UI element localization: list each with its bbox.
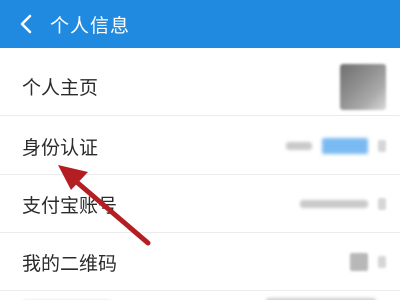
- back-button[interactable]: [4, 0, 48, 48]
- list-item-label: 我的二维码: [22, 252, 118, 275]
- screen: 个人信息 个人主页 身份认证 支付宝账号 我的二维码: [0, 0, 400, 300]
- chevron-right-icon: [378, 256, 386, 268]
- list-item-homepage[interactable]: 个人主页: [0, 58, 400, 116]
- avatar: [340, 63, 386, 110]
- list-item-identity-verification[interactable]: 身份认证: [0, 118, 400, 175]
- list-item-alipay-account[interactable]: 支付宝账号: [0, 176, 400, 233]
- list-item-my-qr-code[interactable]: 我的二维码: [0, 234, 400, 291]
- top-bar: 个人信息: [0, 0, 400, 48]
- list-item-label: 身份认证: [22, 136, 99, 159]
- chevron-right-icon: [378, 198, 386, 210]
- qr-code-icon: [350, 253, 368, 271]
- chevron-left-icon: [20, 14, 32, 34]
- blurred-account-text: [300, 200, 368, 208]
- list-item-label: 支付宝账号: [22, 194, 118, 217]
- blurred-status-text: [286, 142, 312, 150]
- page-title: 个人信息: [50, 14, 131, 37]
- blurred-status-badge: [322, 138, 368, 154]
- list-item-partial[interactable]: [0, 292, 400, 300]
- list-item-label: 个人主页: [22, 77, 99, 99]
- chevron-right-icon: [378, 140, 386, 152]
